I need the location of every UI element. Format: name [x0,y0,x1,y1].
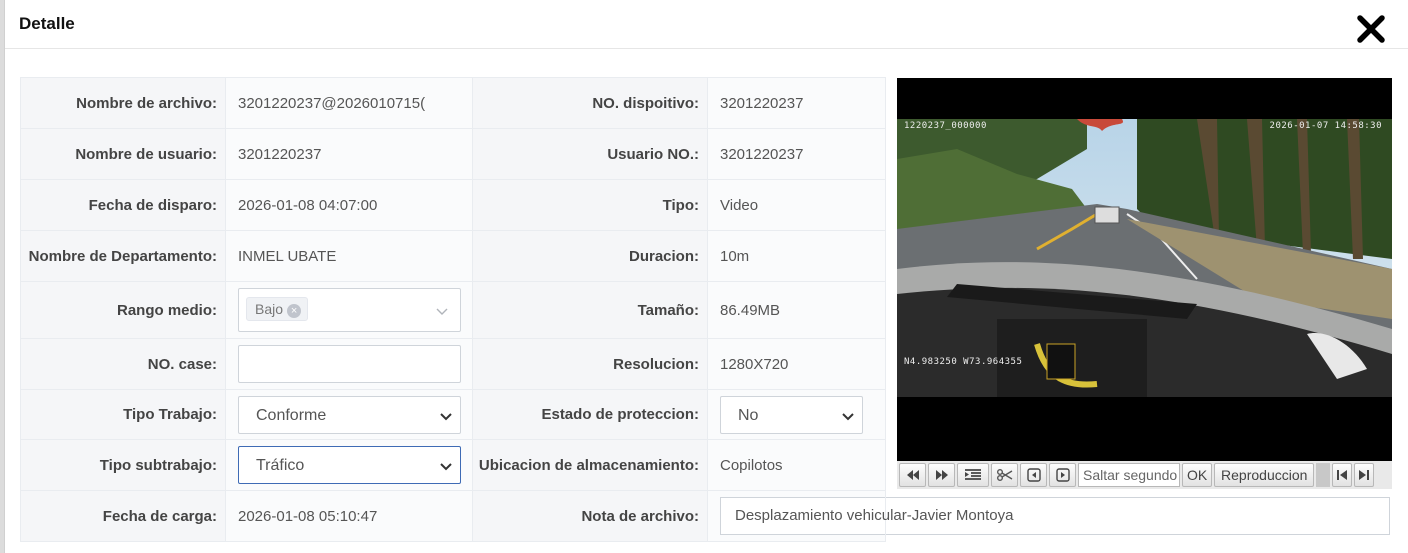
skip-start-icon [1337,470,1348,480]
next-frame-icon [1055,468,1070,482]
tipo-trabajo-value: Conforme [256,406,327,424]
table-row: Tipo subtrabajo: Tráfico Ubicacion de al… [20,439,886,491]
table-row: NO. case: Resolucion: 1280X720 [20,338,886,390]
close-icon [1357,15,1385,43]
label-resolucion: Resolucion: [472,338,708,390]
rango-medio-select[interactable]: Bajo × [238,288,461,332]
video-frame [897,119,1392,397]
tipo-subtrabajo-value: Tráfico [256,457,305,474]
table-row: Tipo Trabajo: Conforme Estado de protecc… [20,389,886,440]
prev-frame-icon [1026,468,1041,482]
value-resolucion: 1280X720 [707,338,886,390]
tag-label: Bajo [255,301,284,317]
estado-proteccion-select[interactable]: No [720,395,863,434]
dialog-title: Detalle [19,14,75,33]
label-no-case: NO. case: [20,338,226,390]
value-nombre-archivo: 3201220237@2026010715( [225,77,473,129]
video-controls: Saltar segundo OK Reproduccion [897,461,1392,489]
osd-device-id: 1220237_000000 [904,121,987,131]
label-usuario-no: Usuario NO.: [472,128,708,180]
chevron-down-icon [436,308,448,315]
skip-end-button[interactable] [1354,463,1375,487]
nota-archivo-value: Desplazamiento vehicular-Javier Montoya [735,507,1014,524]
label-fecha-disparo: Fecha de disparo: [20,179,226,231]
label-duracion: Duracion: [472,230,708,282]
value-departamento: INMEL UBATE [225,230,473,282]
label-fecha-carga: Fecha de carga: [20,490,226,542]
label-nombre-archivo: Nombre de archivo: [20,77,226,129]
tipo-trabajo-select[interactable]: Conforme [238,395,461,434]
value-usuario-no: 3201220237 [707,128,886,180]
seek-seconds-input[interactable]: Saltar segundo [1078,463,1180,487]
clip-button[interactable] [991,463,1018,487]
value-ubicacion: Copilotos [707,439,886,491]
close-button[interactable] [1356,14,1386,44]
prev-frame-button[interactable] [1020,463,1047,487]
table-row: Nombre de usuario: 3201220237 Usuario NO… [20,128,886,180]
table-row: Nombre de archivo: 3201220237@2026010715… [20,77,886,129]
nota-archivo-input[interactable]: Desplazamiento vehicular-Javier Montoya [720,497,1390,535]
rewind-button[interactable] [899,463,926,487]
value-nombre-usuario: 3201220237 [225,128,473,180]
tag-close-icon[interactable]: × [287,304,302,318]
table-row: Fecha de carga: 2026-01-08 05:10:47 Nota… [20,490,1390,542]
next-frame-button[interactable] [1049,463,1076,487]
table-row: Fecha de disparo: 2026-01-08 04:07:00 Ti… [20,179,886,231]
label-nota-archivo: Nota de archivo: [472,490,708,542]
fast-forward-icon [935,470,948,480]
fast-forward-button[interactable] [928,463,955,487]
table-row: Nombre de Departamento: INMEL UBATE Dura… [20,230,886,282]
tipo-subtrabajo-select[interactable]: Tráfico [238,446,461,484]
detail-table: Nombre de archivo: 3201220237@2026010715… [20,77,1390,542]
list-button[interactable] [957,463,989,487]
value-tipo: Video [707,179,886,231]
label-rango-medio: Rango medio: [20,281,226,339]
value-fecha-carga: 2026-01-08 05:10:47 [225,490,473,542]
skip-end-icon [1359,470,1370,480]
chevron-down-icon [440,412,452,420]
value-tamano: 86.49MB [707,281,886,339]
no-case-input[interactable] [238,345,461,383]
scrollbar-thumb[interactable] [1316,463,1331,487]
chevron-down-icon [842,412,854,420]
dialog-header: Detalle [5,0,1408,49]
play-button[interactable]: Reproduccion [1214,463,1315,487]
estado-proteccion-value: No [738,406,759,424]
rewind-icon [906,470,919,480]
value-fecha-disparo: 2026-01-08 04:07:00 [225,179,473,231]
label-estado-proteccion: Estado de proteccion: [472,389,708,440]
ok-button[interactable]: OK [1182,463,1213,487]
list-icon [965,469,981,480]
value-no-dispositivo: 3201220237 [707,77,886,129]
video-player[interactable]: 1220237_000000 2026-01-07 14:58:30 N4.98… [897,78,1392,461]
scissors-icon [996,469,1012,481]
label-tipo: Tipo: [472,179,708,231]
rango-medio-tag: Bajo × [246,297,309,321]
skip-start-button[interactable] [1332,463,1353,487]
label-no-dispositivo: NO. dispoitivo: [472,77,708,129]
label-ubicacion: Ubicacion de almacenamiento: [472,439,708,491]
table-row: Rango medio: Bajo × Tamaño: 86.49MB [20,281,886,339]
label-tipo-trabajo: Tipo Trabajo: [20,389,226,440]
chevron-down-icon [440,463,452,471]
osd-timestamp: 2026-01-07 14:58:30 [1269,121,1382,131]
value-duracion: 10m [707,230,886,282]
label-tamano: Tamaño: [472,281,708,339]
label-tipo-subtrabajo: Tipo subtrabajo: [20,439,226,491]
osd-gps: N4.983250 W73.964355 [904,357,1023,367]
label-departamento: Nombre de Departamento: [20,230,226,282]
label-nombre-usuario: Nombre de usuario: [20,128,226,180]
